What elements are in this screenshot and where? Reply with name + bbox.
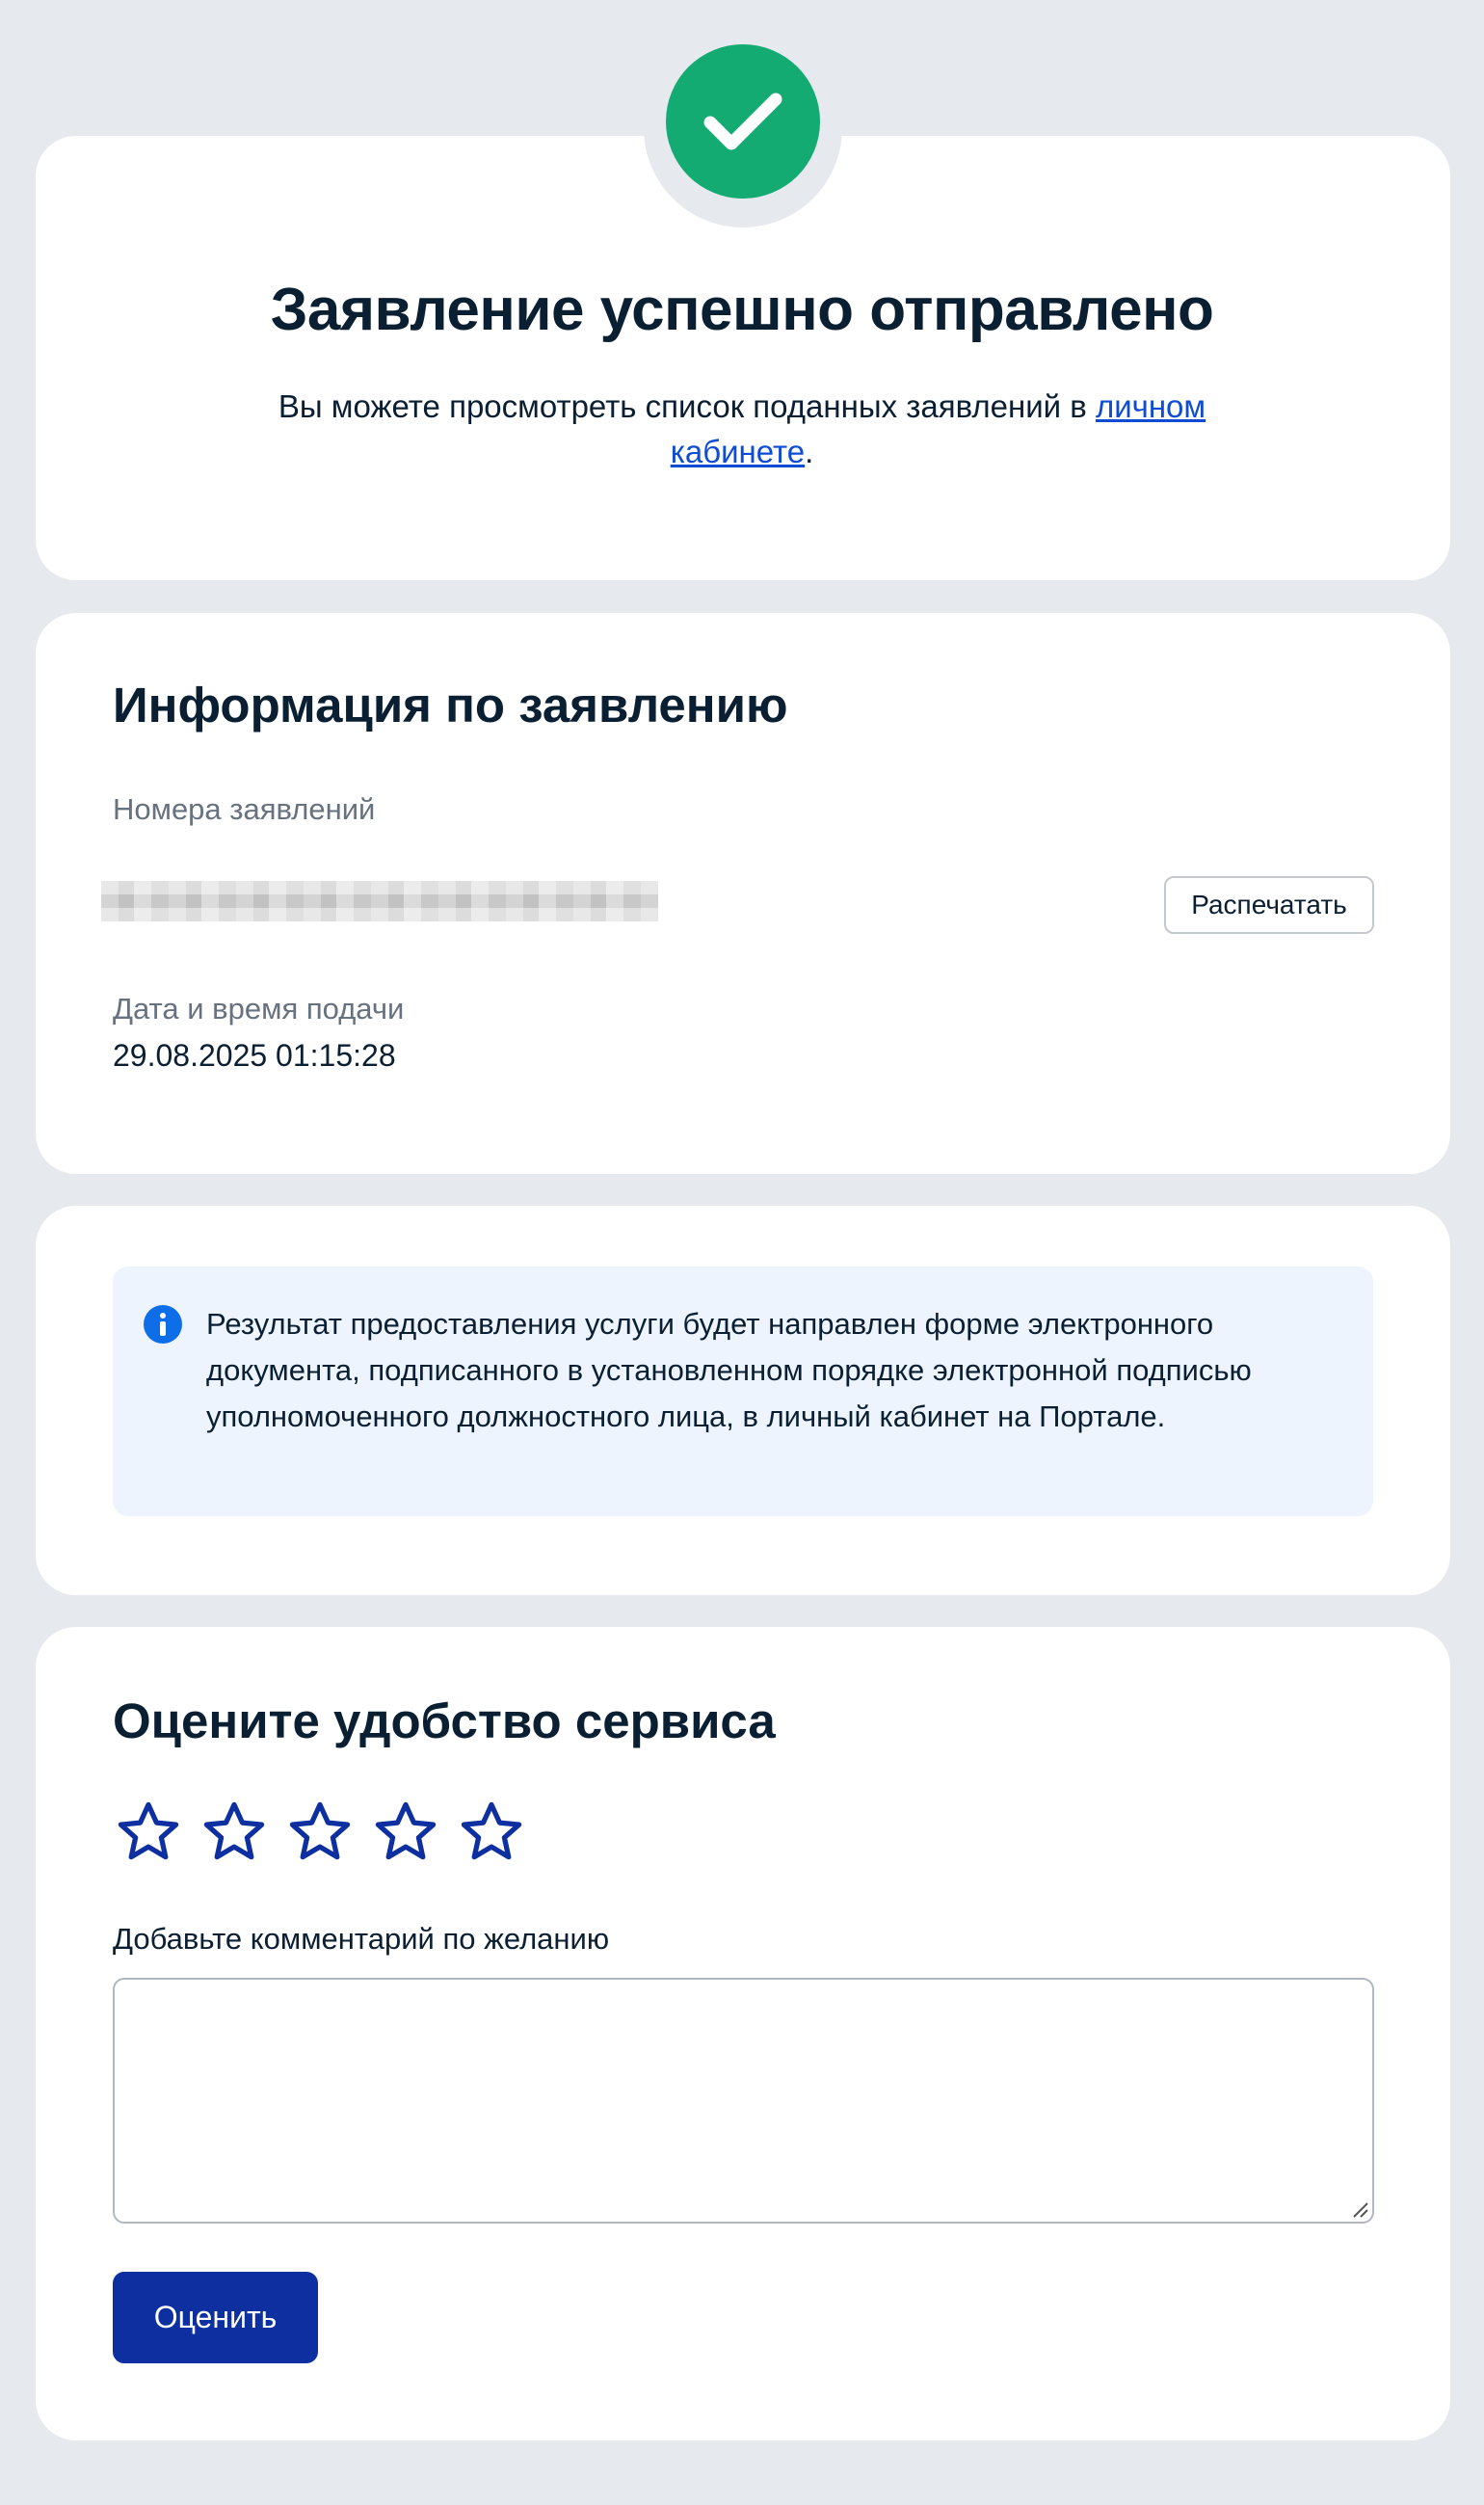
star-icon[interactable]: [200, 1799, 268, 1866]
star-icon[interactable]: [372, 1799, 439, 1866]
notice-box: Результат предоставления услуги будет на…: [113, 1266, 1373, 1516]
success-description: Вы можете просмотреть список поданных за…: [251, 384, 1233, 474]
notice-text: Результат предоставления услуги будет на…: [206, 1307, 1252, 1433]
submission-date-label: Дата и время подачи: [113, 992, 405, 1026]
application-info-card: Информация по заявлению Номера заявлений…: [36, 613, 1450, 1174]
success-description-text: Вы можете просмотреть список поданных за…: [278, 388, 1096, 424]
checkmark-icon: [666, 44, 820, 199]
page: Заявление успешно отправлено Вы можете п…: [0, 0, 1484, 2505]
star-icon[interactable]: [458, 1799, 525, 1866]
rating-card: Оцените удобство сервиса Добавьте коммен…: [36, 1627, 1450, 2440]
star-icon[interactable]: [115, 1799, 182, 1866]
application-info-title: Информация по заявлению: [113, 678, 788, 733]
submit-rating-button[interactable]: Оценить: [113, 2272, 318, 2363]
star-rating: [115, 1799, 525, 1866]
success-title: Заявление успешно отправлено: [270, 277, 1214, 343]
info-icon: [144, 1305, 182, 1344]
resize-grip-icon[interactable]: [1350, 2199, 1369, 2219]
comment-field[interactable]: [113, 1978, 1374, 2224]
print-button[interactable]: Распечатать: [1164, 876, 1374, 934]
redacted-application-number: [101, 881, 658, 921]
submission-date-value: 29.08.2025 01:15:28: [113, 1038, 396, 1073]
comment-label: Добавьте комментарий по желанию: [113, 1922, 610, 1956]
notice-card: Результат предоставления услуги будет на…: [36, 1206, 1450, 1595]
success-description-end: .: [805, 434, 814, 469]
star-icon[interactable]: [286, 1799, 354, 1866]
application-numbers-label: Номера заявлений: [113, 792, 376, 826]
rating-title: Оцените удобство сервиса: [113, 1693, 776, 1748]
